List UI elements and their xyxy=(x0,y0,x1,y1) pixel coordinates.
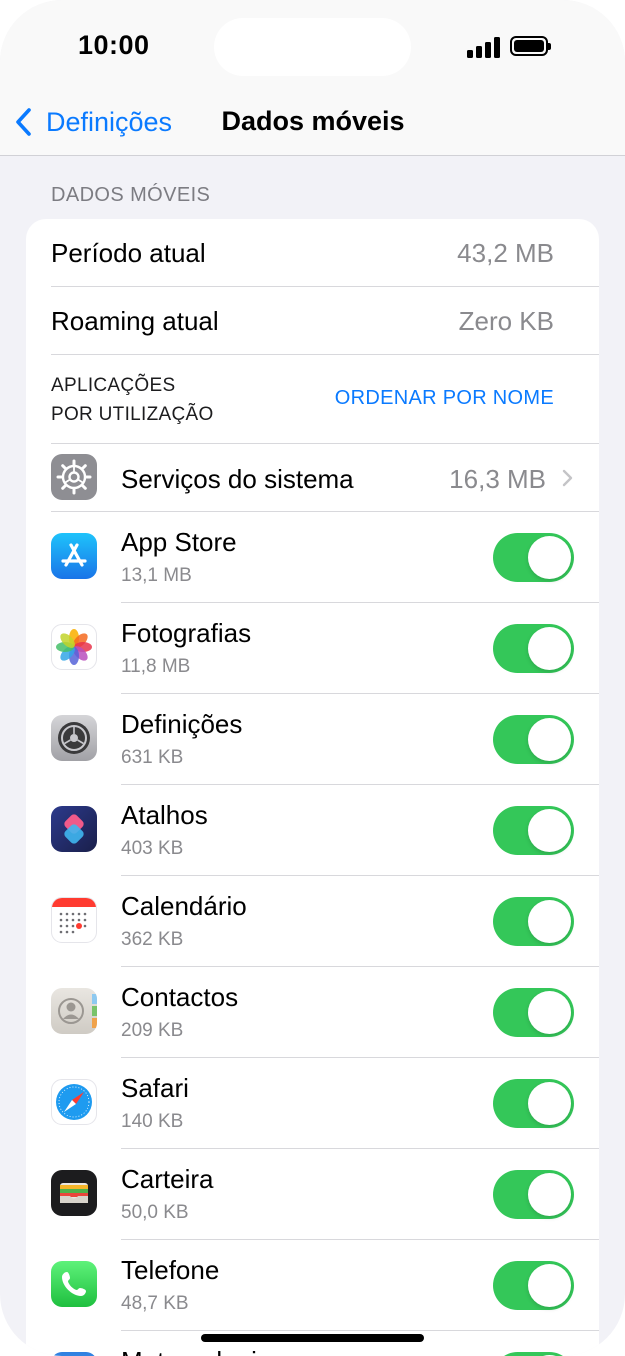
roaming-label: Roaming atual xyxy=(51,306,219,336)
app-name: Telefone xyxy=(121,1255,220,1285)
app-data-size: 362 KB xyxy=(121,929,184,950)
navigation-bar: Definições Dados móveis xyxy=(0,90,625,156)
wallet-toggle[interactable] xyxy=(493,1170,574,1219)
system-services-row[interactable]: Serviços do sistema 16,3 MB xyxy=(26,444,599,512)
app-row-app-store: App Store 13,1 MB xyxy=(26,512,599,603)
app-row-wallet: Carteira 50,0 KB xyxy=(26,1149,599,1240)
app-row-photos: Fotografias 11,8 MB xyxy=(26,603,599,694)
battery-icon xyxy=(510,36,551,56)
screen: 10:00 Definições Dados móveis DADOS MÓVE… xyxy=(0,0,625,1356)
photos-icon xyxy=(51,624,97,670)
divider xyxy=(51,354,599,355)
page-title-text: Dados móveis xyxy=(221,106,405,136)
app-name: Safari xyxy=(121,1073,189,1103)
current-period-row: Período atual 43,2 MB xyxy=(26,219,599,287)
app-name: Fotografias xyxy=(121,618,252,648)
app-store-toggle[interactable] xyxy=(493,533,574,582)
app-row-contacts: Contactos 209 KB xyxy=(26,967,599,1058)
app-row-phone: Telefone 48,7 KB xyxy=(26,1240,599,1331)
app-store-icon xyxy=(51,533,97,579)
app-row-calendar: Calendário 362 KB xyxy=(26,876,599,967)
status-time: 10:00 xyxy=(78,30,150,60)
roaming-row: Roaming atual Zero KB xyxy=(26,287,599,355)
apps-header-line2: POR UTILIZAÇÃO xyxy=(51,404,214,425)
app-name: Definições xyxy=(121,709,243,739)
chevron-right-icon xyxy=(562,469,573,487)
roaming-value: Zero KB xyxy=(458,306,554,336)
sort-by-name-button[interactable]: ORDENAR POR NOME xyxy=(335,387,554,410)
weather-icon xyxy=(51,1352,97,1356)
app-data-size: 48,7 KB xyxy=(121,1293,189,1314)
cellular-signal-icon xyxy=(467,36,501,58)
safari-toggle[interactable] xyxy=(493,1079,574,1128)
app-name: App Store xyxy=(121,527,237,557)
app-data-size: 13,1 MB xyxy=(121,565,192,586)
status-bar: 10:00 xyxy=(0,0,625,90)
photos-toggle[interactable] xyxy=(493,624,574,673)
current-period-value: 43,2 MB xyxy=(457,238,554,268)
wallet-icon xyxy=(51,1170,97,1216)
shortcuts-toggle[interactable] xyxy=(493,806,574,855)
app-data-size: 403 KB xyxy=(121,838,184,859)
page-title: Dados móveis xyxy=(0,106,625,137)
phone-toggle[interactable] xyxy=(493,1261,574,1310)
app-name: Atalhos xyxy=(121,800,208,830)
settings-toggle[interactable] xyxy=(493,715,574,764)
system-services-value: 16,3 MB xyxy=(449,464,546,494)
contacts-icon xyxy=(51,988,97,1034)
safari-icon xyxy=(51,1079,97,1125)
system-services-label: Serviços do sistema xyxy=(121,464,354,494)
app-row-settings: Definições 631 KB xyxy=(26,694,599,785)
apps-by-usage-header: APLICAÇÕES POR UTILIZAÇÃO xyxy=(51,371,214,429)
app-data-size: 140 KB xyxy=(121,1111,184,1132)
app-name: Carteira xyxy=(121,1164,214,1194)
app-row-shortcuts: Atalhos 403 KB xyxy=(26,785,599,876)
gear-icon xyxy=(51,454,97,500)
weather-toggle[interactable] xyxy=(493,1352,574,1356)
calendar-icon xyxy=(51,897,97,943)
app-name: Contactos xyxy=(121,982,239,1012)
calendar-toggle[interactable] xyxy=(493,897,574,946)
app-name: Meteorologia xyxy=(121,1346,271,1356)
app-data-size: 631 KB xyxy=(121,747,184,768)
shortcuts-icon xyxy=(51,806,97,852)
home-indicator[interactable] xyxy=(201,1334,424,1342)
dynamic-island xyxy=(214,18,411,76)
app-data-size: 50,0 KB xyxy=(121,1202,189,1223)
app-data-size: 209 KB xyxy=(121,1020,184,1041)
settings-icon xyxy=(51,715,97,761)
app-name: Calendário xyxy=(121,891,247,921)
app-row-safari: Safari 140 KB xyxy=(26,1058,599,1149)
section-header: DADOS MÓVEIS xyxy=(51,184,211,206)
apps-header-line1: APLICAÇÕES xyxy=(51,375,176,396)
app-data-size: 11,8 MB xyxy=(121,656,191,677)
settings-card: Período atual 43,2 MB Roaming atual Zero… xyxy=(26,219,599,1356)
phone-icon xyxy=(51,1261,97,1307)
current-period-label: Período atual xyxy=(51,238,206,268)
contacts-toggle[interactable] xyxy=(493,988,574,1037)
